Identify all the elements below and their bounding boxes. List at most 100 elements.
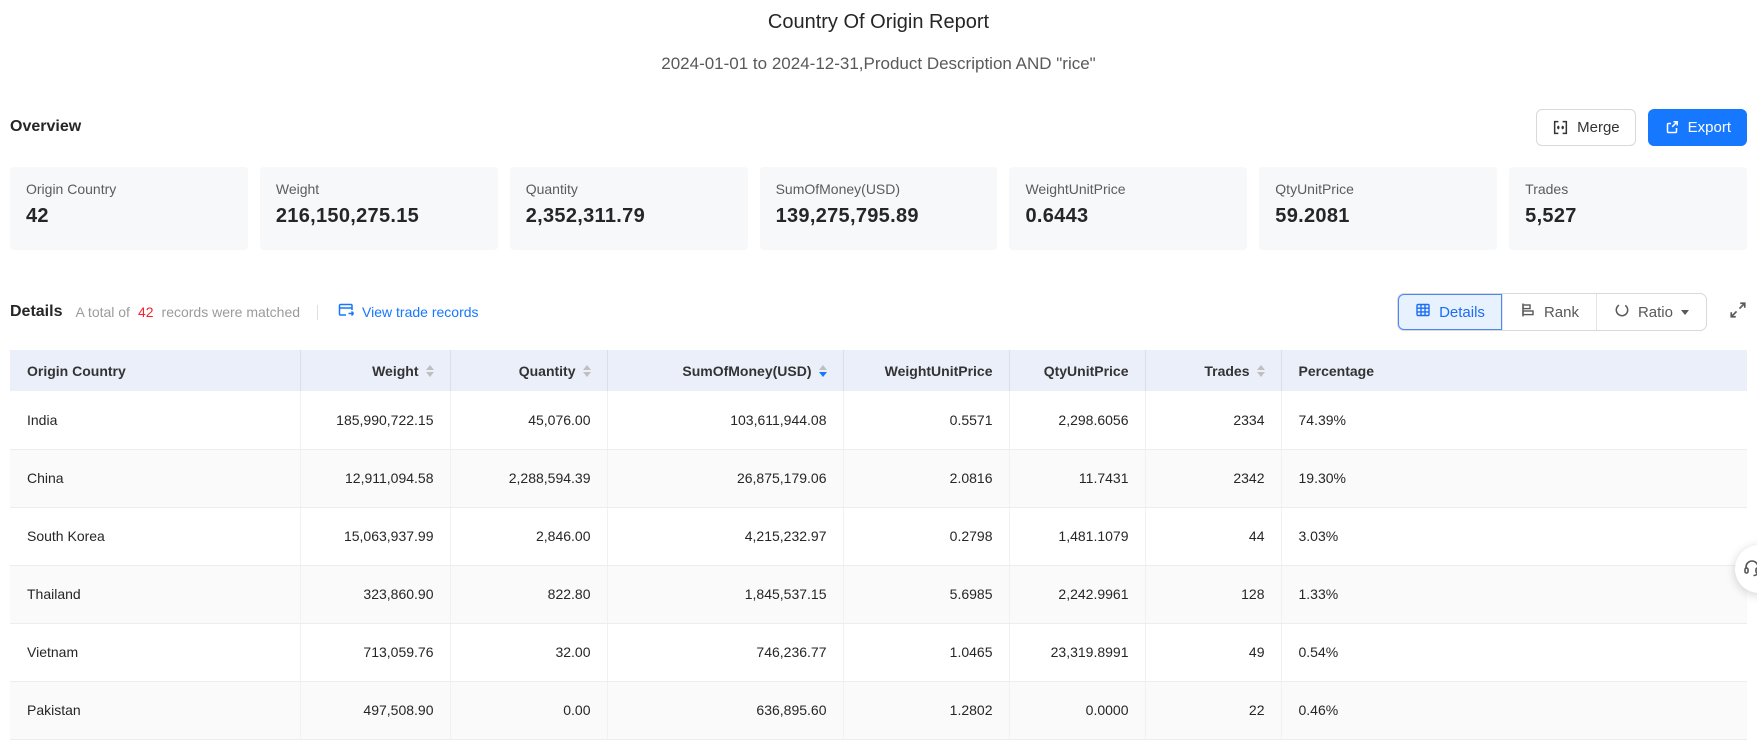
cell-qty-unit-price: 2,242.9961	[1009, 565, 1146, 624]
stat-card-label: QtyUnitPrice	[1275, 181, 1354, 197]
table-row: India 185,990,722.15 45,076.00 103,611,9…	[10, 391, 1747, 450]
stat-card-weight-unit-price: WeightUnitPrice 0.6443	[1009, 167, 1248, 250]
cell-percentage: 1.33%	[1281, 565, 1747, 624]
stat-card-label: Origin Country	[26, 181, 117, 197]
cell-quantity: 822.80	[450, 565, 608, 624]
view-trade-records-link[interactable]: View trade records	[338, 303, 479, 321]
stat-card-value: 59.2081	[1275, 205, 1350, 227]
stat-card-value: 0.6443	[1025, 205, 1089, 227]
stat-card-label: Trades	[1525, 181, 1569, 197]
cell-weight-unit-price: 1.2802	[843, 681, 1010, 740]
stat-card-origin-country: Origin Country 42	[10, 167, 248, 250]
sort-icons[interactable]	[582, 364, 591, 377]
cell-sum: 26,875,179.06	[607, 449, 844, 508]
cell-quantity: 32.00	[450, 623, 608, 682]
table-header-row: Origin Country Weight Quantity SumOfMone…	[10, 350, 1747, 391]
matched-summary: A total of 42 records were matched	[75, 304, 300, 320]
stat-card-label: SumOfMoney(USD)	[775, 181, 901, 197]
column-header-sum-of-money[interactable]: SumOfMoney(USD)	[607, 350, 844, 391]
overview-cards: Origin Country 42 Weight 216,150,275.15 …	[10, 167, 1748, 250]
overview-section-title: Overview	[10, 118, 82, 135]
cell-weight: 185,990,722.15	[300, 391, 451, 450]
cell-country: Vietnam	[10, 623, 301, 682]
headset-icon	[1742, 557, 1757, 582]
cell-country: China	[10, 449, 301, 508]
cell-weight: 12,911,094.58	[300, 449, 451, 508]
cell-quantity: 2,288,594.39	[450, 449, 608, 508]
export-button[interactable]: Export	[1647, 108, 1747, 146]
sort-icons[interactable]	[425, 364, 434, 377]
cell-weight-unit-price: 5.6985	[843, 565, 1010, 624]
cell-trades: 2334	[1145, 391, 1282, 450]
cell-country: South Korea	[10, 507, 301, 566]
stat-card-qty-unit-price: QtyUnitPrice 59.2081	[1259, 167, 1498, 250]
fullscreen-expand-icon	[1729, 301, 1747, 324]
table-row: Vietnam 713,059.76 32.00 746,236.77 1.04…	[10, 623, 1747, 682]
cell-sum: 4,215,232.97	[607, 507, 844, 566]
table-row: Thailand 323,860.90 822.80 1,845,537.15 …	[10, 565, 1747, 624]
cell-sum: 746,236.77	[607, 623, 844, 682]
matched-count: 42	[137, 304, 154, 320]
column-header-percentage: Percentage	[1281, 350, 1747, 391]
page-title: Country Of Origin Report	[767, 11, 990, 33]
cell-weight-unit-price: 0.2798	[843, 507, 1010, 566]
cell-quantity: 0.00	[450, 681, 608, 740]
cell-percentage: 3.03%	[1281, 507, 1747, 566]
stat-card-trades: Trades 5,527	[1509, 167, 1748, 250]
divider	[317, 304, 319, 320]
cell-sum: 103,611,944.08	[607, 391, 844, 450]
column-header-trades[interactable]: Trades	[1145, 350, 1282, 391]
sort-icons-active-desc[interactable]	[818, 364, 827, 377]
stat-card-value: 2,352,311.79	[525, 205, 645, 227]
cell-weight: 15,063,937.99	[300, 507, 451, 566]
column-header-weight-unit-price: WeightUnitPrice	[843, 350, 1010, 391]
cell-country: Pakistan	[10, 681, 301, 740]
details-table: Origin Country Weight Quantity SumOfMone…	[10, 350, 1747, 740]
cell-sum: 636,895.60	[607, 681, 844, 740]
sort-icons[interactable]	[1256, 364, 1265, 377]
trade-records-icon	[338, 303, 355, 321]
cell-trades: 22	[1145, 681, 1282, 740]
tab-rank[interactable]: Rank	[1501, 294, 1596, 330]
fullscreen-button[interactable]	[1729, 301, 1747, 324]
cell-country: Thailand	[10, 565, 301, 624]
cell-trades: 2342	[1145, 449, 1282, 508]
column-header-quantity[interactable]: Quantity	[450, 350, 608, 391]
table-row: South Korea 15,063,937.99 2,846.00 4,215…	[10, 507, 1747, 566]
chevron-down-icon	[1681, 309, 1689, 315]
export-icon	[1664, 119, 1680, 135]
cell-weight-unit-price: 2.0816	[843, 449, 1010, 508]
cell-weight: 497,508.90	[300, 681, 451, 740]
stat-card-value: 5,527	[1525, 205, 1577, 227]
cell-qty-unit-price: 1,481.1079	[1009, 507, 1146, 566]
view-mode-switch: Details Rank Ratio	[1397, 293, 1707, 331]
table-icon	[1415, 302, 1431, 322]
cell-weight: 713,059.76	[300, 623, 451, 682]
cell-sum: 1,845,537.15	[607, 565, 844, 624]
matched-prefix: A total of	[75, 304, 130, 320]
cell-weight-unit-price: 0.5571	[843, 391, 1010, 450]
stat-card-weight: Weight 216,150,275.15	[259, 167, 498, 250]
cell-country: India	[10, 391, 301, 450]
table-row: China 12,911,094.58 2,288,594.39 26,875,…	[10, 449, 1747, 508]
tab-ratio[interactable]: Ratio	[1595, 294, 1706, 330]
tab-ratio-label: Ratio	[1637, 303, 1673, 321]
merge-cells-icon	[1552, 119, 1569, 136]
tab-details[interactable]: Details	[1398, 294, 1502, 330]
merge-button[interactable]: Merge	[1536, 108, 1636, 146]
tab-details-label: Details	[1439, 303, 1485, 321]
matched-suffix: records were matched	[161, 304, 301, 320]
stat-card-label: Weight	[275, 181, 320, 197]
column-header-weight[interactable]: Weight	[300, 350, 451, 391]
stat-card-label: WeightUnitPrice	[1025, 181, 1126, 197]
export-button-label: Export	[1687, 118, 1731, 136]
cell-qty-unit-price: 23,319.8991	[1009, 623, 1146, 682]
cell-percentage: 0.46%	[1281, 681, 1747, 740]
cell-qty-unit-price: 2,298.6056	[1009, 391, 1146, 450]
cell-qty-unit-price: 11.7431	[1009, 449, 1146, 508]
column-header-qty-unit-price: QtyUnitPrice	[1009, 350, 1146, 391]
merge-button-label: Merge	[1577, 118, 1620, 136]
view-trade-records-label: View trade records	[362, 304, 479, 320]
details-section-title: Details	[10, 303, 63, 320]
stat-card-value: 139,275,795.89	[775, 205, 919, 227]
